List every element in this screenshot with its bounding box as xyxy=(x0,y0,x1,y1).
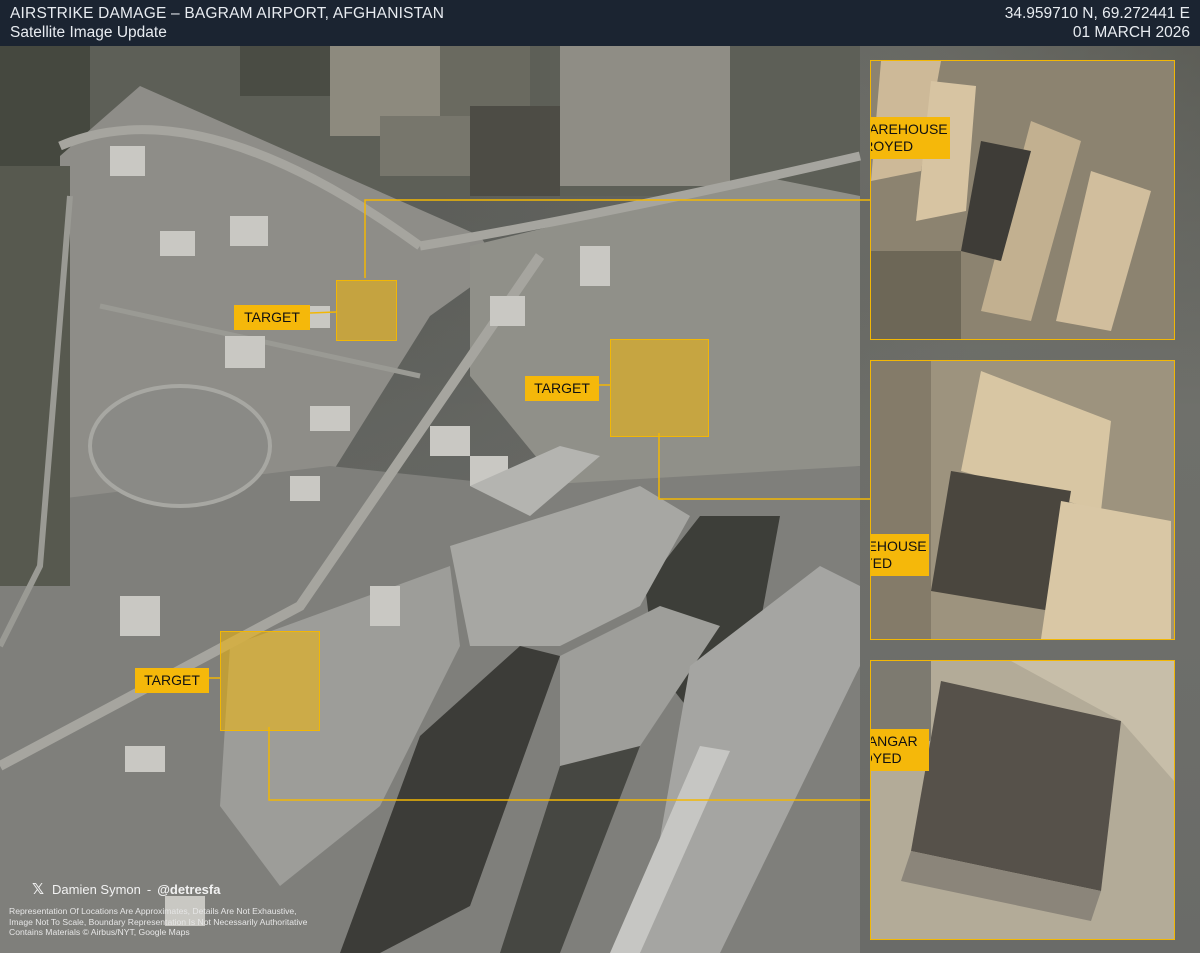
inset-hangar: TARGET HANGAR DESTROYED xyxy=(870,660,1175,940)
disclaimer-line-3: Contains Materials © Airbus/NYT, Google … xyxy=(9,927,190,937)
inset-warehouse-1: TARGET WAREHOUSE DESTROYED xyxy=(870,60,1175,340)
target-box-warehouse-2 xyxy=(610,339,709,437)
inset-warehouse-2: TARGET WAREHOUSE DESTROYED xyxy=(870,360,1175,640)
author-handle[interactable]: @detresfa xyxy=(157,882,220,897)
inset-caption-2: TARGET WAREHOUSE DESTROYED xyxy=(871,534,929,576)
x-logo-icon: 𝕏 xyxy=(31,881,45,898)
inset-caption-1: TARGET WAREHOUSE DESTROYED xyxy=(871,117,950,159)
satellite-map: TARGET TARGET TARGET TARGET WAREHOUSE DE… xyxy=(0,46,1200,953)
inset-imagery-2 xyxy=(871,361,1174,639)
target-label-1: TARGET xyxy=(234,305,310,330)
disclaimer-line-2: Image Not To Scale, Boundary Representat… xyxy=(9,916,308,927)
inset-caption-3: TARGET HANGAR DESTROYED xyxy=(871,729,929,771)
target-box-warehouse-1 xyxy=(336,280,397,341)
author-credit: 𝕏 Damien Symon - @detresfa xyxy=(30,880,221,898)
target-box-hangar xyxy=(220,631,320,731)
inset-imagery-1 xyxy=(871,61,1174,339)
author-name: Damien Symon xyxy=(52,881,141,897)
target-label-3: TARGET xyxy=(135,668,209,693)
map-subtitle: Satellite Image Update xyxy=(10,24,167,41)
disclaimer: Representation Of Locations Are Approxim… xyxy=(9,906,339,938)
map-title: AIRSTRIKE DAMAGE – BAGRAM AIRPORT, AFGHA… xyxy=(10,5,445,22)
author-separator: - xyxy=(146,881,152,897)
inset-imagery-3 xyxy=(871,661,1174,939)
disclaimer-line-1: Representation Of Locations Are Approxim… xyxy=(9,906,297,916)
coordinates-readout: 34.959710 N, 69.272441 E xyxy=(1004,5,1190,22)
image-date: 01 MARCH 2026 xyxy=(1072,24,1190,41)
header-bar: AIRSTRIKE DAMAGE – BAGRAM AIRPORT, AFGHA… xyxy=(0,0,1200,46)
target-label-2: TARGET xyxy=(525,376,599,401)
